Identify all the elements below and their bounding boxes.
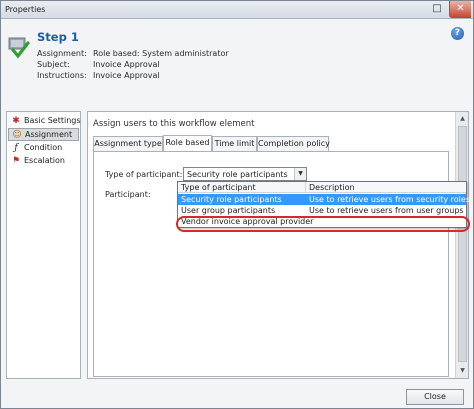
- chevron-down-icon[interactable]: ▼: [294, 168, 306, 180]
- dropdown-header: Type of participant Description: [178, 182, 466, 193]
- title-bar: Properties □ ✕: [1, 1, 473, 19]
- dropdown-column-description: Description: [309, 183, 355, 192]
- sidebar-item-basic-settings[interactable]: ✱ Basic Settings: [8, 115, 81, 128]
- sidebar-item-label: Escalation: [24, 156, 65, 165]
- sidebar: ✱ Basic Settings ☺ Assignment ƒ Conditio…: [6, 111, 81, 379]
- step-title: Step 1: [37, 30, 79, 44]
- instructions-label: Instructions:: [37, 71, 87, 80]
- step-check-icon: [8, 37, 30, 59]
- function-icon: ƒ: [14, 143, 18, 153]
- dropdown-column-type: Type of participant: [181, 183, 256, 192]
- sidebar-item-escalation[interactable]: ⚑ Escalation: [8, 155, 79, 168]
- scroll-down-icon[interactable]: ▼: [458, 366, 467, 375]
- subject-value: Invoice Approval: [93, 60, 160, 69]
- option-description: Use to retrieve users from security role…: [309, 195, 470, 204]
- tab-completion-policy[interactable]: Completion policy: [257, 136, 330, 151]
- type-of-participant-select[interactable]: Security role participants ▼: [183, 167, 307, 181]
- sidebar-item-label: Condition: [24, 143, 63, 152]
- option-type: Security role participants: [181, 195, 282, 204]
- option-description: Use to retrieve users from user groups: [309, 206, 464, 215]
- participant-label: Participant:: [105, 190, 151, 199]
- step-header: Step 1 Assignment: Role based: System ad…: [1, 20, 473, 91]
- instructions-value: Invoice Approval: [93, 71, 160, 80]
- star-icon: ✱: [12, 116, 20, 126]
- dropdown-option-user-group[interactable]: User group participants Use to retrieve …: [178, 205, 466, 216]
- close-button[interactable]: Close: [406, 389, 464, 405]
- people-icon: ☺: [12, 130, 22, 140]
- vertical-scrollbar[interactable]: ▲ ▼: [455, 112, 468, 378]
- window-title: Properties: [5, 5, 46, 14]
- option-type: User group participants: [181, 206, 276, 215]
- help-icon[interactable]: ?: [451, 27, 464, 40]
- column-divider: [305, 182, 306, 193]
- assignment-label: Assignment:: [37, 49, 87, 58]
- properties-window: Properties □ ✕ Step 1 Assignment: Role b…: [0, 0, 474, 409]
- sidebar-item-label: Basic Settings: [24, 116, 81, 125]
- type-of-participant-label: Type of participant:: [105, 170, 183, 179]
- scroll-up-icon[interactable]: ▲: [458, 114, 467, 123]
- sidebar-item-assignment[interactable]: ☺ Assignment: [8, 128, 79, 141]
- subject-label: Subject:: [37, 60, 70, 69]
- main-panel: Assign users to this workflow element As…: [87, 111, 469, 379]
- tab-time-limit[interactable]: Time limit: [212, 136, 257, 151]
- sidebar-item-condition[interactable]: ƒ Condition: [8, 142, 79, 155]
- tab-role-based[interactable]: Role based: [163, 135, 212, 151]
- main-heading: Assign users to this workflow element: [93, 119, 255, 129]
- sidebar-item-label: Assignment: [25, 130, 73, 139]
- assignment-value: Role based: System administrator: [93, 49, 229, 58]
- type-of-participant-value: Security role participants: [187, 170, 288, 179]
- close-window-button[interactable]: ✕: [449, 1, 471, 18]
- maximize-button[interactable]: □: [426, 1, 448, 18]
- dropdown-option-security-role[interactable]: Security role participants Use to retrie…: [178, 194, 470, 205]
- tab-assignment-type[interactable]: Assignment type: [93, 136, 163, 151]
- highlight-annotation: [176, 216, 470, 232]
- scroll-thumb[interactable]: [458, 126, 467, 362]
- escalation-icon: ⚑: [11, 156, 21, 166]
